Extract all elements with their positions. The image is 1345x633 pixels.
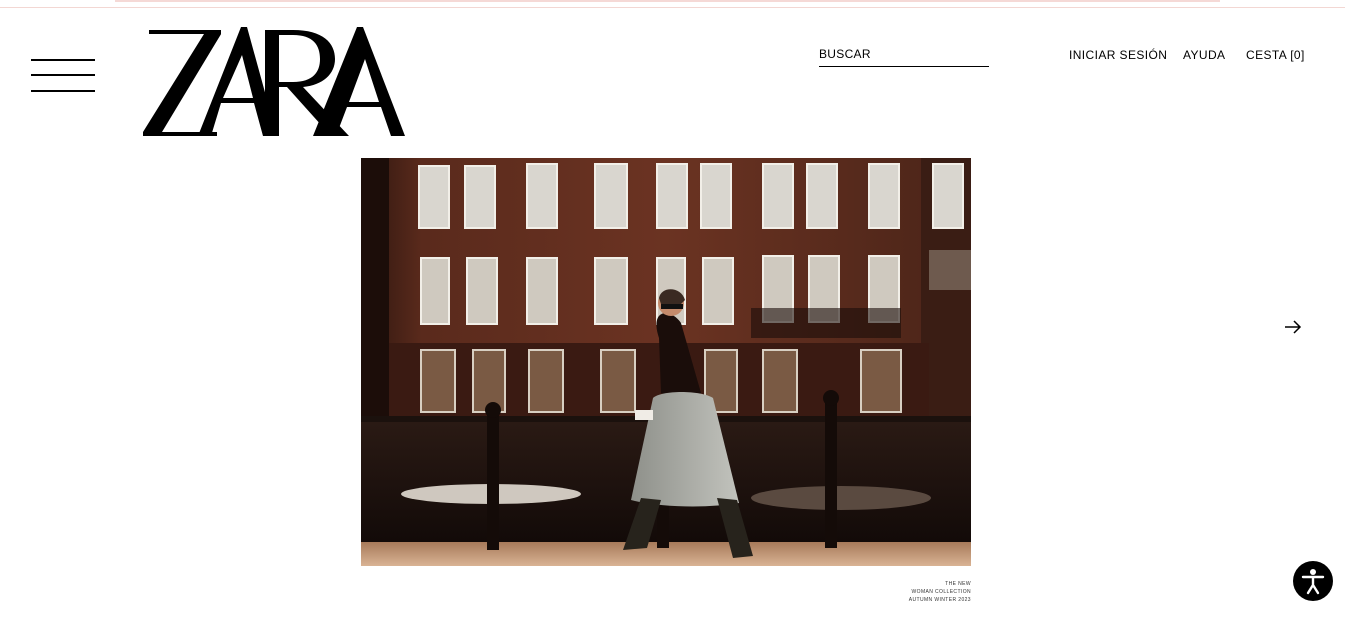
- top-banner-strip: [0, 0, 1345, 8]
- caption-line: THE NEW: [945, 581, 971, 587]
- hero-photo: [361, 158, 971, 566]
- next-slide-button[interactable]: [1281, 315, 1305, 339]
- accessibility-button[interactable]: [1293, 561, 1333, 601]
- arrow-right-icon: [1285, 320, 1302, 334]
- zara-logo-mark: [143, 27, 405, 136]
- hero-image[interactable]: [361, 158, 971, 566]
- cart-link[interactable]: CESTA [0]: [1246, 48, 1305, 62]
- help-link[interactable]: AYUDA: [1183, 48, 1225, 62]
- hero-caption: THE NEW WOMAN COLLECTION AUTUMN WINTER 2…: [909, 580, 971, 604]
- accessibility-icon: [1301, 569, 1325, 595]
- caption-line: AUTUMN WINTER 2023: [908, 597, 971, 603]
- hamburger-icon-bar-bottom: [31, 90, 95, 92]
- zara-logo[interactable]: [143, 27, 405, 137]
- hamburger-icon-bar-middle: [31, 74, 95, 76]
- top-banner-strip-inner: [115, 0, 1220, 2]
- login-link[interactable]: INICIAR SESIÓN: [1069, 48, 1167, 62]
- menu-button[interactable]: [31, 58, 95, 94]
- hamburger-icon: [31, 59, 95, 61]
- search-field[interactable]: [819, 44, 989, 67]
- caption-line: WOMAN COLLECTION: [911, 589, 971, 595]
- search-input[interactable]: [819, 44, 989, 64]
